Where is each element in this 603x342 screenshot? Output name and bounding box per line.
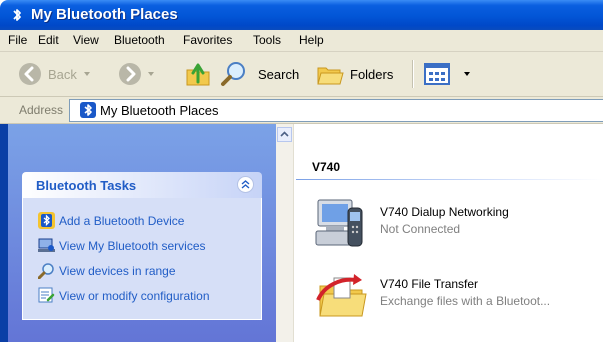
address-label: Address (19, 103, 64, 117)
up-folder-icon (186, 63, 210, 86)
menu-view[interactable]: View (73, 33, 99, 47)
back-dropdown-icon (84, 72, 90, 76)
menu-tools[interactable]: Tools (253, 33, 281, 47)
group-header: V740 (312, 160, 341, 174)
window-title: My Bluetooth Places (31, 6, 178, 23)
task-pane: Bluetooth Tasks Add a Bluetooth Device V… (0, 124, 276, 342)
item-status: Not Connected (380, 222, 461, 236)
back-button[interactable]: Back (18, 58, 98, 90)
search-icon (221, 62, 245, 86)
menu-edit[interactable]: Edit (38, 33, 59, 47)
bluetooth-tasks-title: Bluetooth Tasks (36, 178, 137, 193)
file-transfer-icon (316, 274, 367, 317)
content-area: V740 V740 Dialup Networking Not Connecte… (276, 124, 603, 342)
back-arrow-icon (19, 63, 41, 85)
bluetooth-icon (13, 9, 21, 21)
bluetooth-icon (80, 102, 96, 118)
configuration-icon (38, 287, 55, 303)
folders-button[interactable]: Folders (316, 58, 402, 90)
back-label: Back (48, 67, 77, 82)
collapse-chevron-icon[interactable] (237, 176, 254, 193)
search-label: Search (258, 67, 300, 82)
item-dialup-networking[interactable]: V740 Dialup Networking Not Connected (310, 194, 600, 254)
forward-arrow-icon (119, 63, 141, 85)
task-label: Add a Bluetooth Device (59, 214, 185, 228)
task-label: View devices in range (59, 264, 176, 278)
bluetooth-tasks-list: Add a Bluetooth Device View My Bluetooth… (22, 198, 262, 320)
dialup-networking-icon (315, 199, 363, 247)
title-bar[interactable]: My Bluetooth Places (0, 0, 603, 30)
group-divider (296, 179, 603, 180)
search-devices-icon (38, 263, 54, 279)
toolbar-separator (412, 60, 414, 88)
folders-label: Folders (350, 67, 394, 82)
task-label: View or modify configuration (59, 289, 210, 303)
search-button[interactable]: Search (220, 58, 304, 90)
address-field[interactable]: My Bluetooth Places (69, 99, 603, 122)
menu-help[interactable]: Help (299, 33, 324, 47)
chevron-up-icon (280, 131, 289, 137)
item-name: V740 Dialup Networking (380, 205, 509, 219)
views-dropdown-icon (464, 72, 470, 76)
address-bar: Address My Bluetooth Places (0, 97, 603, 124)
forward-button[interactable] (118, 58, 158, 90)
up-folder-button[interactable] (184, 58, 214, 90)
menu-favorites[interactable]: Favorites (183, 33, 232, 47)
folders-icon (317, 67, 344, 85)
item-status: Exchange files with a Bluetoot... (380, 294, 551, 308)
views-icon (424, 63, 450, 85)
task-label: View My Bluetooth services (59, 239, 206, 253)
vertical-scrollbar[interactable] (276, 124, 294, 342)
menu-bar: File Edit View Bluetooth Favorites Tools… (0, 30, 603, 52)
bluetooth-tasks-header[interactable]: Bluetooth Tasks (22, 172, 262, 198)
item-file-transfer[interactable]: V740 File Transfer Exchange files with a… (310, 266, 600, 326)
menu-bluetooth[interactable]: Bluetooth (114, 33, 165, 47)
toolbar: Back Search Folders (0, 52, 603, 97)
scroll-up-button[interactable] (277, 127, 292, 142)
add-device-icon (38, 212, 55, 229)
address-value: My Bluetooth Places (100, 103, 219, 118)
forward-dropdown-icon (148, 72, 154, 76)
item-name: V740 File Transfer (380, 277, 479, 291)
views-button[interactable] (424, 58, 472, 90)
task-pane-edge (0, 124, 8, 342)
menu-file[interactable]: File (8, 33, 27, 47)
services-icon (38, 238, 55, 252)
